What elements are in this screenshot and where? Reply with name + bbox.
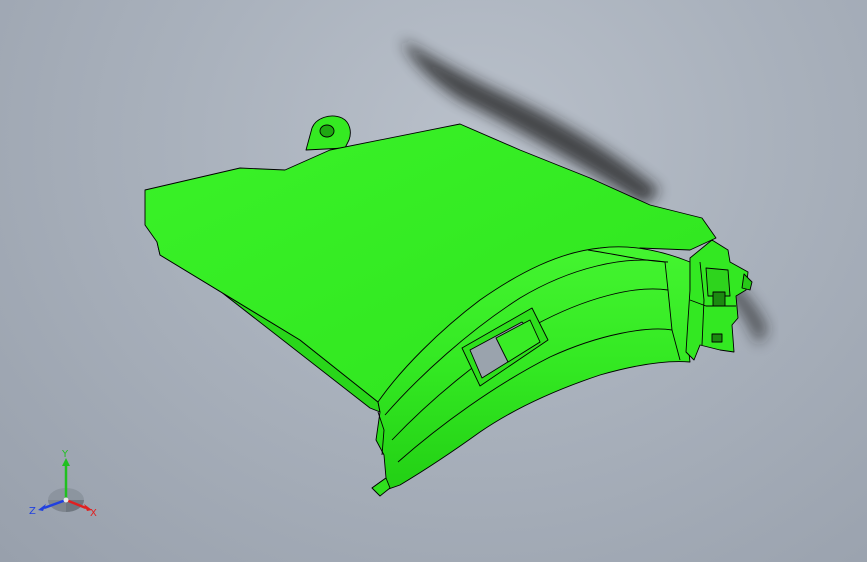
view-orientation-triad[interactable]: Y X Z: [26, 448, 106, 520]
connector-rib: [741, 273, 753, 291]
triad-origin: [63, 497, 69, 503]
graphics-viewport[interactable]: Y X Z: [0, 0, 867, 562]
mounting-hole: [319, 124, 335, 138]
z-axis-label: Z: [29, 506, 36, 517]
y-axis-label: Y: [61, 449, 69, 460]
connector-slot-2: [711, 333, 723, 343]
x-axis-label: X: [90, 508, 97, 519]
green-part[interactable]: [144, 115, 753, 497]
connector-slot-1: [712, 291, 726, 307]
bottom-hook: [371, 477, 391, 497]
cad-model-view[interactable]: [0, 0, 867, 562]
